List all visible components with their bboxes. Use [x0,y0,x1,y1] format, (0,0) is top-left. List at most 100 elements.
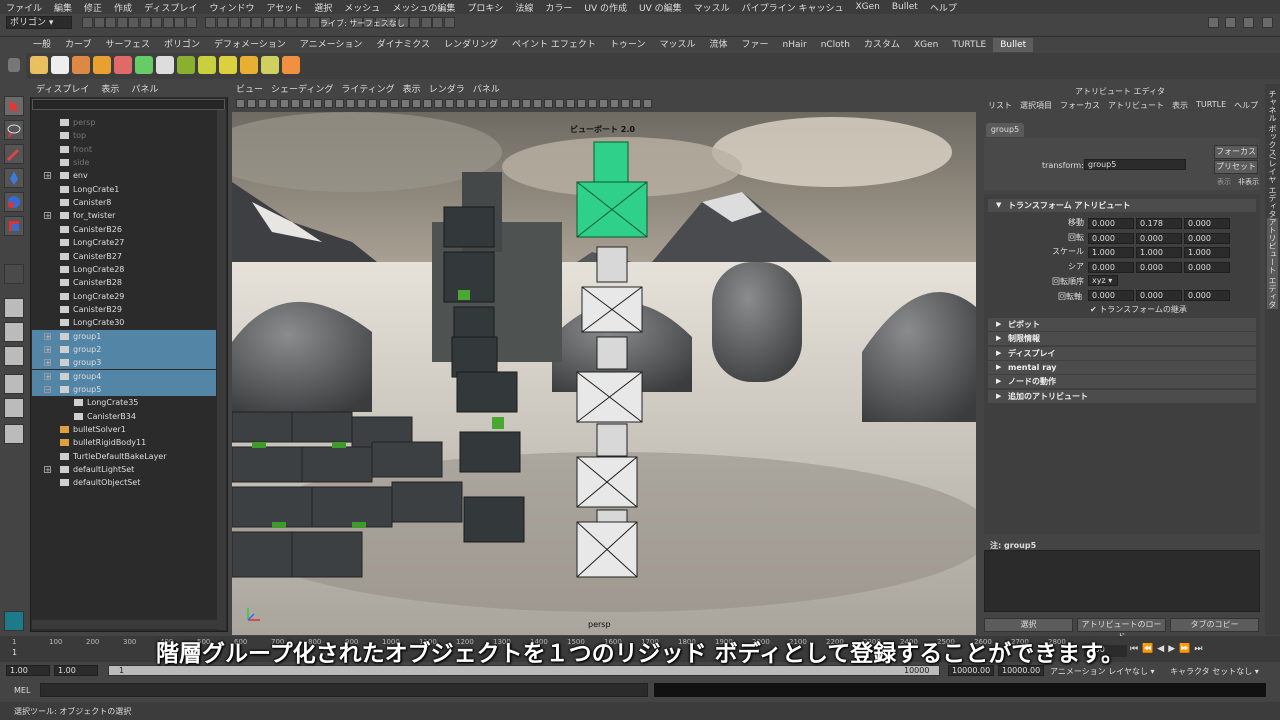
menu-item[interactable]: UV の作成 [578,1,633,14]
bullet-shelf-tool-icon[interactable] [51,56,69,74]
status-line-button-icon[interactable] [185,17,197,28]
viewport-toolbar-button-icon[interactable] [434,99,443,108]
viewport-toolbar-button-icon[interactable] [247,99,256,108]
viewport-toolbar-button-icon[interactable] [467,99,476,108]
viewport-toolbar-button-icon[interactable] [555,99,564,108]
attr-frame-header[interactable]: ▶ ノードの動作 [988,375,1256,389]
four-view-layout-icon[interactable] [4,322,24,342]
status-line-button-icon[interactable] [262,17,274,28]
viewport-toolbar-button-icon[interactable] [566,99,575,108]
attribute-editor-side-tab[interactable]: アトリビュート エディタ [1267,218,1278,309]
viewport-toolbar-button-icon[interactable] [324,99,333,108]
attr-value-field[interactable]: 0.000 [1184,261,1230,273]
outliner-item[interactable]: top [32,129,216,142]
transform-attributes-frame[interactable]: ▼ トランスフォーム アトリビュート [988,199,1256,212]
ae-menu-item[interactable]: TURTLE [1192,100,1230,111]
viewport-toolbar-button-icon[interactable] [456,99,465,108]
outliner-item[interactable]: bulletRigidBody11 [32,436,216,449]
status-line-button-icon[interactable] [443,17,455,28]
menu-item[interactable]: 選択 [308,1,338,14]
shelf-tab[interactable]: ペイント エフェクト [505,38,603,52]
panel-toggle-icon[interactable] [1225,17,1236,28]
viewport-toolbar-button-icon[interactable] [280,99,289,108]
attr-value-field[interactable]: 0.000 [1184,218,1230,229]
expand-toggle-icon[interactable]: + [44,345,51,353]
status-line-button-icon[interactable] [105,17,116,28]
hypershade-layout-icon[interactable] [4,398,24,418]
menu-item[interactable]: プロキシ [461,1,509,14]
bullet-shelf-tool-icon[interactable] [135,56,153,74]
shelf-tab[interactable]: ファー [734,38,775,52]
rotate-axis-field[interactable]: 0.000 [1136,290,1182,301]
viewport-toolbar-button-icon[interactable] [258,99,267,108]
outliner-item[interactable]: + for_twister [32,209,216,222]
shelf-tab[interactable]: TURTLE [945,38,993,52]
menu-item[interactable]: カラー [539,1,578,14]
shelf-tab[interactable]: 一般 [26,38,58,52]
attr-value-field[interactable]: 0.000 [1088,232,1134,244]
ae-menu-item[interactable]: リスト [984,100,1016,111]
expand-toggle-icon[interactable]: + [44,466,51,474]
viewport-toolbar-button-icon[interactable] [533,99,542,108]
bullet-shelf-tool-icon[interactable] [177,56,195,74]
outliner-item[interactable]: + group2 [32,342,216,356]
inherit-transform-checkbox[interactable]: ✔ トランスフォームの継承 [1090,304,1187,315]
outliner-item[interactable]: CanisterB28 [32,276,216,289]
viewport-toolbar-button-icon[interactable] [511,99,520,108]
menu-item[interactable]: XGen [849,2,885,12]
shelf-tab[interactable]: カーブ [58,38,98,52]
3d-viewport[interactable]: ビューポート 2.0 persp [232,112,976,635]
viewport-toolbar-button-icon[interactable] [291,99,300,108]
status-line-button-icon[interactable] [162,17,174,28]
viewport-toolbar-button-icon[interactable] [335,99,344,108]
viewport-toolbar-button-icon[interactable] [621,99,630,108]
menu-item[interactable]: マッスル [688,1,736,14]
attr-value-field[interactable]: 0.000 [1136,261,1182,273]
viewport-toolbar-button-icon[interactable] [357,99,366,108]
menu-set-dropdown[interactable]: ポリゴン ▾ [6,16,72,29]
outliner-item[interactable]: LongCrate28 [32,263,216,276]
viewport-toolbar-button-icon[interactable] [379,99,388,108]
transform-name-field[interactable]: group5 [1084,159,1186,170]
viewport-toolbar-button-icon[interactable] [489,99,498,108]
rotate-axis-field[interactable]: 0.000 [1184,290,1230,301]
preset-button[interactable]: プリセット [1214,160,1258,174]
status-line-button-icon[interactable] [308,17,320,28]
viewport-toolbar-button-icon[interactable] [643,99,652,108]
shelf-tab[interactable]: レンダリング [437,38,505,52]
ae-bottom-button[interactable]: 選択 [984,618,1073,632]
outliner-menu-item[interactable]: 表示 [95,84,125,97]
shelf-tab[interactable]: トゥーン [603,38,653,52]
viewport-toolbar-button-icon[interactable] [423,99,432,108]
last-tool-icon[interactable] [4,264,24,284]
menu-item[interactable]: ウィンドウ [203,1,260,14]
outliner-menu-item[interactable]: ディスプレイ [30,84,95,97]
viewport-toolbar-button-icon[interactable] [588,99,597,108]
ae-menu-item[interactable]: フォーカス [1056,100,1104,111]
attr-value-field[interactable]: 0.000 [1184,232,1230,244]
status-line-button-icon[interactable] [216,17,228,28]
status-line-button-icon[interactable] [274,17,285,28]
status-line-button-icon[interactable] [409,17,420,28]
attr-value-field[interactable]: 1.000 [1184,247,1230,258]
command-input[interactable] [40,683,648,697]
viewport-toolbar-button-icon[interactable] [577,99,586,108]
viewport-menu-item[interactable]: パネル [469,84,504,97]
attr-frame-header[interactable]: ▶ mental ray [988,360,1256,374]
outliner-item[interactable]: TurtleDefaultBakeLayer [32,450,216,463]
outliner-item[interactable]: LongCrate1 [32,183,216,196]
attr-frame-header[interactable]: ▶ ピボット [988,318,1256,331]
expand-toggle-icon[interactable]: + [44,172,51,180]
outliner-menu-item[interactable]: パネル [125,84,164,97]
menu-item[interactable]: パイプライン キャッシュ [736,1,850,14]
viewport-toolbar-button-icon[interactable] [390,99,399,108]
bullet-shelf-tool-icon[interactable] [30,56,48,74]
outliner-item[interactable]: CanisterB29 [32,303,216,316]
focus-button[interactable]: フォーカス [1214,145,1258,159]
bullet-shelf-tool-icon[interactable] [114,56,132,74]
channel-box-side-tab[interactable]: チャネル ボックス/レイヤ エディタ [1267,90,1278,218]
expand-toggle-icon[interactable]: + [44,359,51,367]
menu-item[interactable]: 法線 [509,1,539,14]
menu-item[interactable]: アセット [260,1,308,14]
shelf-tab[interactable]: ポリゴン [157,38,207,52]
